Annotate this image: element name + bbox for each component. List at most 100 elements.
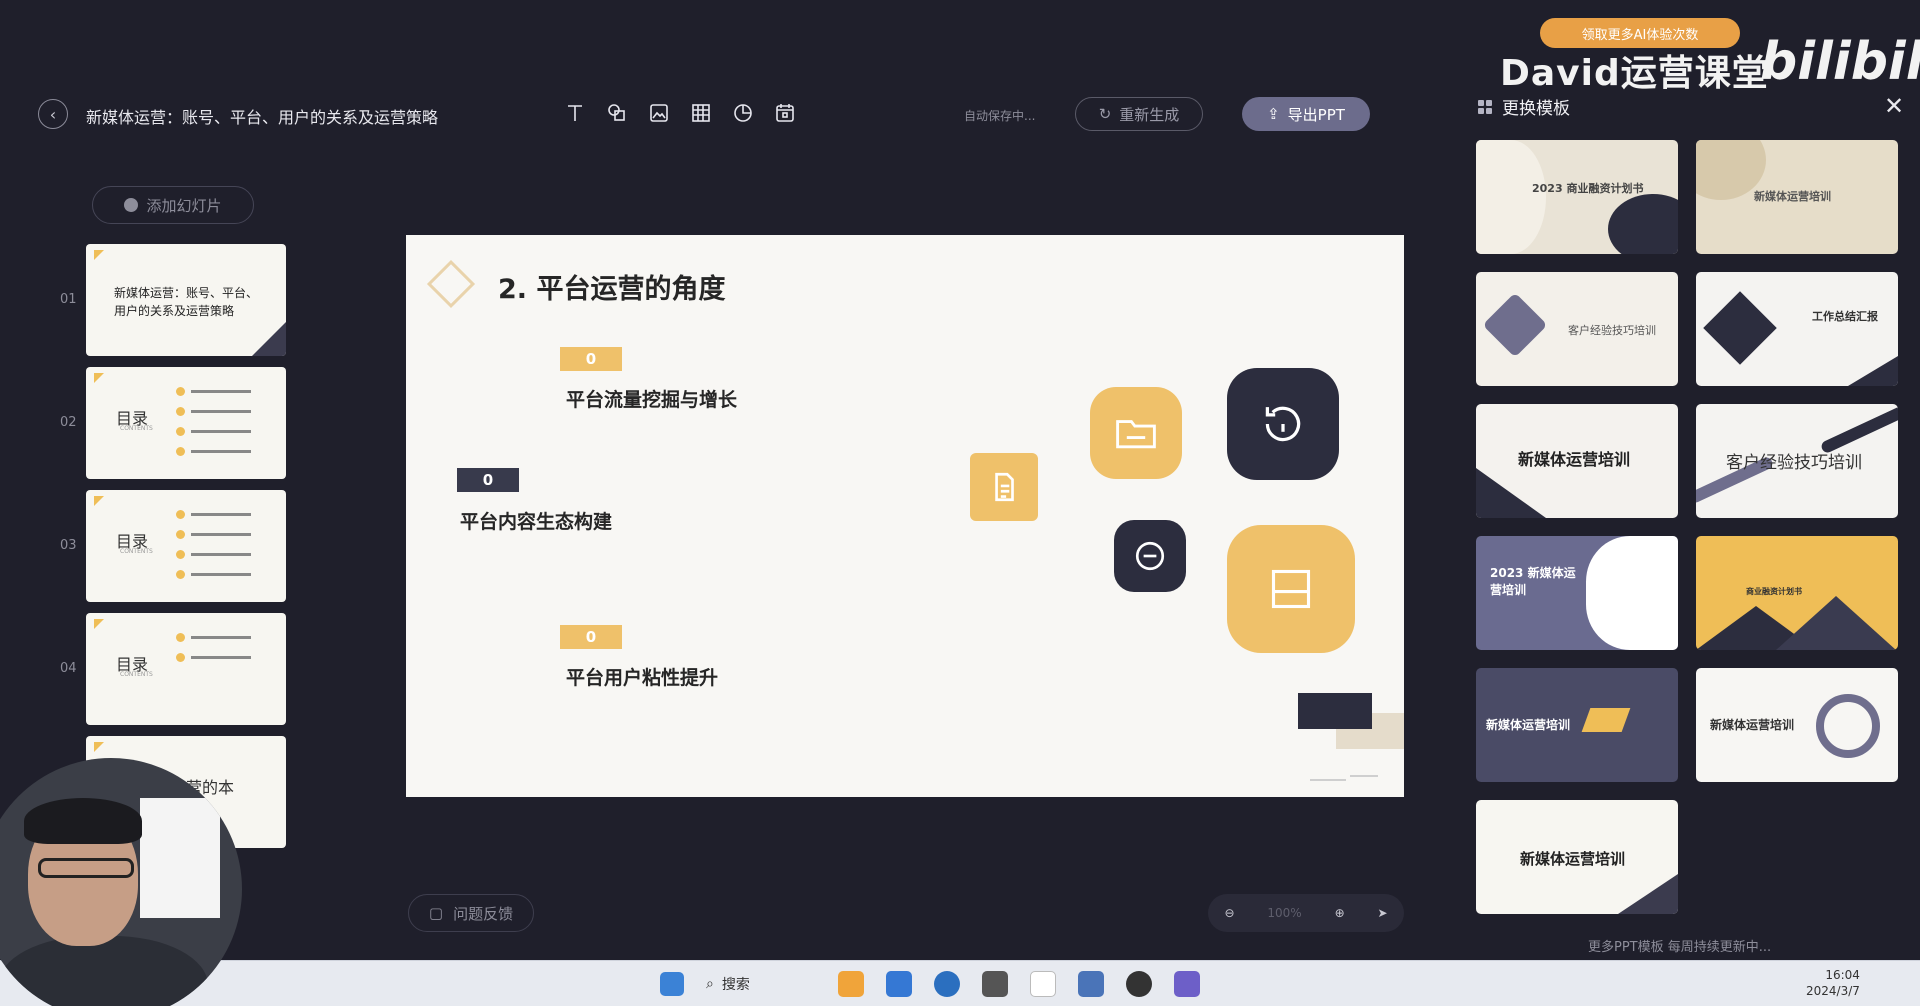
template-card[interactable]: 新媒体运营培训	[1476, 800, 1678, 914]
point-tag[interactable]: 0	[457, 468, 519, 492]
slide-number: 02	[60, 415, 77, 430]
taskbar-search-label: 搜索	[721, 977, 750, 993]
template-card[interactable]: 新媒体运营培训	[1696, 668, 1898, 782]
template-card[interactable]: 新媒体运营培训	[1476, 404, 1678, 518]
template-title: 商业融资计划书	[1746, 587, 1802, 596]
feedback-icon: ▢	[428, 904, 444, 922]
template-card[interactable]: 新媒体运营培训	[1476, 668, 1678, 782]
template-card[interactable]: 新媒体运营培训	[1696, 140, 1898, 254]
slide-thumb-row: 01 新媒体运营：账号、平台、用户的关系及运营策略	[0, 244, 300, 367]
document-icon[interactable]	[970, 453, 1038, 521]
text-tool-icon[interactable]	[564, 102, 586, 124]
export-ppt-button[interactable]: ⇪ 导出PPT	[1242, 97, 1370, 131]
brand-watermark: David运营课堂	[1500, 53, 1769, 94]
slide-canvas[interactable]: 2. 平台运营的角度 0 平台流量挖掘与增长 0 平台内容生态构建 0 平台用户…	[406, 235, 1404, 797]
slide-thumb-row: 02 目录 CONTENTS	[0, 367, 300, 490]
presenter-body	[0, 936, 208, 1006]
template-title: 新媒体运营培训	[1520, 850, 1626, 868]
edge-browser-icon[interactable]	[934, 971, 960, 997]
template-card[interactable]: 2023 商业融资计划书	[1476, 140, 1678, 254]
slide-thumb-subtitle: CONTENTS	[120, 548, 153, 555]
folder-icon[interactable]	[1090, 387, 1182, 479]
window-icon[interactable]	[1227, 525, 1355, 653]
presenter-hair	[24, 798, 142, 844]
slide-thumbnail-3[interactable]: 目录 CONTENTS	[86, 490, 286, 602]
corner-decoration	[252, 322, 286, 356]
back-button[interactable]: ‹	[38, 99, 68, 129]
slide-heading[interactable]: 2. 平台运营的角度	[498, 267, 725, 306]
chevron-left-icon: ‹	[49, 104, 57, 124]
history-icon[interactable]	[1227, 368, 1339, 480]
diamond-decoration	[426, 259, 476, 309]
triangle-decoration	[94, 250, 104, 260]
zoom-controls: ⊖ 100% ⊕ ➤	[1208, 894, 1404, 932]
refresh-icon: ↻	[1098, 105, 1112, 123]
line-decoration	[1310, 779, 1346, 781]
close-icon[interactable]: ✕	[1884, 92, 1904, 120]
template-title: 2023 商业融资计划书	[1532, 182, 1644, 195]
template-title: 客户经验技巧培训	[1726, 453, 1862, 473]
chrome-icon[interactable]	[1126, 971, 1152, 997]
zoom-out-icon[interactable]: ⊖	[1224, 906, 1234, 920]
insert-tools	[564, 102, 796, 124]
template-card[interactable]: 客户经验技巧培训	[1696, 404, 1898, 518]
calendar-tool-icon[interactable]	[774, 102, 796, 124]
template-panel-header: 更换模板	[1478, 94, 1570, 119]
template-panel-title: 更换模板	[1502, 99, 1570, 119]
pointer-icon[interactable]: ➤	[1378, 906, 1388, 920]
triangle-decoration	[94, 373, 104, 383]
background-shelf	[140, 798, 220, 918]
slide-thumb-subtitle: CONTENTS	[120, 425, 153, 432]
store-icon[interactable]	[982, 971, 1008, 997]
template-title: 客户经验技巧培训	[1568, 324, 1656, 337]
slide-number: 04	[60, 661, 77, 676]
point-tag[interactable]: 0	[560, 347, 622, 371]
grid-icon	[1478, 99, 1492, 114]
regenerate-label: 重新生成	[1119, 105, 1180, 124]
document-title: 新媒体运营：账号、平台、用户的关系及运营策略	[86, 108, 439, 127]
feedback-label: 问题反馈	[453, 904, 514, 923]
point-tag[interactable]: 0	[560, 625, 622, 649]
template-card[interactable]: 2023 新媒体运营培训	[1476, 536, 1678, 650]
point-text[interactable]: 平台用户粘性提升	[566, 663, 718, 690]
template-card[interactable]: 商业融资计划书	[1696, 536, 1898, 650]
clock-date: 2024/3/7	[1806, 984, 1860, 998]
word-app-icon[interactable]	[1174, 971, 1200, 997]
table-tool-icon[interactable]	[690, 102, 712, 124]
template-card[interactable]: 工作总结汇报	[1696, 272, 1898, 386]
search-icon: ⌕	[706, 976, 714, 992]
triangle-decoration	[94, 619, 104, 629]
slide-thumbnail-2[interactable]: 目录 CONTENTS	[86, 367, 286, 479]
file-explorer-icon[interactable]	[886, 971, 912, 997]
toc-lines	[176, 627, 276, 667]
export-label: 导出PPT	[1287, 105, 1345, 124]
template-title: 2023 新媒体运营培训	[1490, 566, 1576, 597]
app-icon[interactable]	[838, 971, 864, 997]
notes-icon[interactable]	[1078, 971, 1104, 997]
slide-thumb-row: 03 目录 CONTENTS	[0, 490, 300, 613]
windows-start-icon[interactable]	[660, 972, 684, 996]
taskbar-search[interactable]: ⌕ 搜索	[706, 969, 816, 999]
template-title: 新媒体运营培训	[1754, 190, 1831, 203]
slide-thumbnail-1[interactable]: 新媒体运营：账号、平台、用户的关系及运营策略	[86, 244, 286, 356]
slide-thumb-title: 新媒体运营：账号、平台、用户的关系及运营策略	[114, 286, 259, 318]
minus-circle-icon[interactable]	[1114, 520, 1186, 592]
triangle-decoration	[94, 742, 104, 752]
slide-thumbnail-4[interactable]: 目录 CONTENTS	[86, 613, 286, 725]
shape-tool-icon[interactable]	[606, 102, 628, 124]
image-tool-icon[interactable]	[648, 102, 670, 124]
feedback-button[interactable]: ▢ 问题反馈	[408, 894, 534, 932]
add-slide-button[interactable]: 添加幻灯片	[92, 186, 254, 224]
zoom-in-icon[interactable]: ⊕	[1335, 906, 1345, 920]
chart-tool-icon[interactable]	[732, 102, 754, 124]
template-card[interactable]: 客户经验技巧培训	[1476, 272, 1678, 386]
bilibili-logo: bilibili	[1760, 32, 1920, 92]
slide-thumb-row: 04 目录 CONTENTS	[0, 613, 300, 736]
text-app-icon[interactable]	[1030, 971, 1056, 997]
regenerate-button[interactable]: ↻ 重新生成	[1075, 97, 1203, 131]
share-icon: ⇪	[1267, 105, 1280, 123]
slide-number: 01	[60, 292, 77, 307]
point-text[interactable]: 平台内容生态构建	[460, 507, 612, 534]
point-text[interactable]: 平台流量挖掘与增长	[566, 385, 737, 412]
slide-thumb-subtitle: CONTENTS	[120, 671, 153, 678]
